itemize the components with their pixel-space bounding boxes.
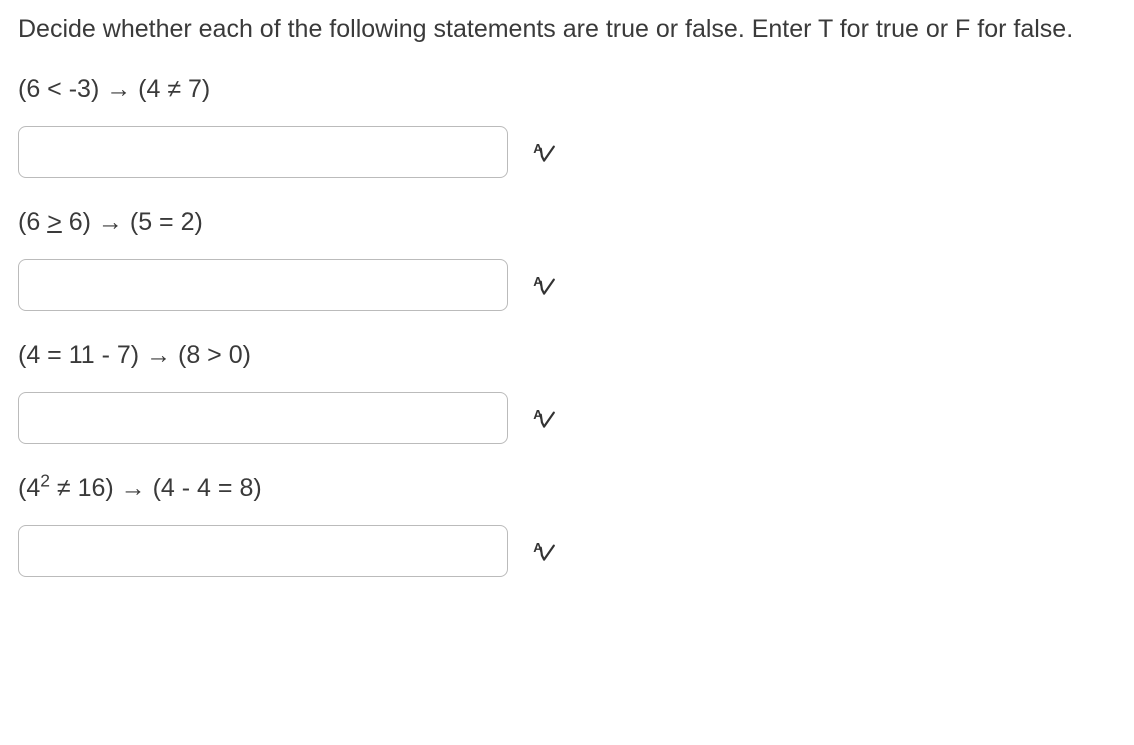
statement-1: (6 < -3) → (4 ≠ 7) [18, 75, 1116, 104]
question-block-1: (6 < -3) → (4 ≠ 7) A [18, 75, 1116, 178]
formula-tool-icon[interactable]: A [530, 272, 556, 298]
answer-input-1[interactable] [18, 126, 508, 178]
statement-2: (6 > 6) → (5 = 2) [18, 208, 1116, 237]
statement-3: (4 = 11 - 7) → (8 > 0) [18, 341, 1116, 370]
statement-4: (42 ≠ 16) → (4 - 4 = 8) [18, 474, 1116, 503]
question-block-3: (4 = 11 - 7) → (8 > 0) A [18, 341, 1116, 444]
formula-tool-icon[interactable]: A [530, 139, 556, 165]
formula-tool-icon[interactable]: A [530, 405, 556, 431]
question-block-2: (6 > 6) → (5 = 2) A [18, 208, 1116, 311]
input-row-2: A [18, 259, 1116, 311]
answer-input-3[interactable] [18, 392, 508, 444]
question-block-4: (42 ≠ 16) → (4 - 4 = 8) A [18, 474, 1116, 577]
answer-input-2[interactable] [18, 259, 508, 311]
input-row-4: A [18, 525, 1116, 577]
answer-input-4[interactable] [18, 525, 508, 577]
instructions-text: Decide whether each of the following sta… [18, 12, 1116, 47]
input-row-3: A [18, 392, 1116, 444]
formula-tool-icon[interactable]: A [530, 538, 556, 564]
input-row-1: A [18, 126, 1116, 178]
